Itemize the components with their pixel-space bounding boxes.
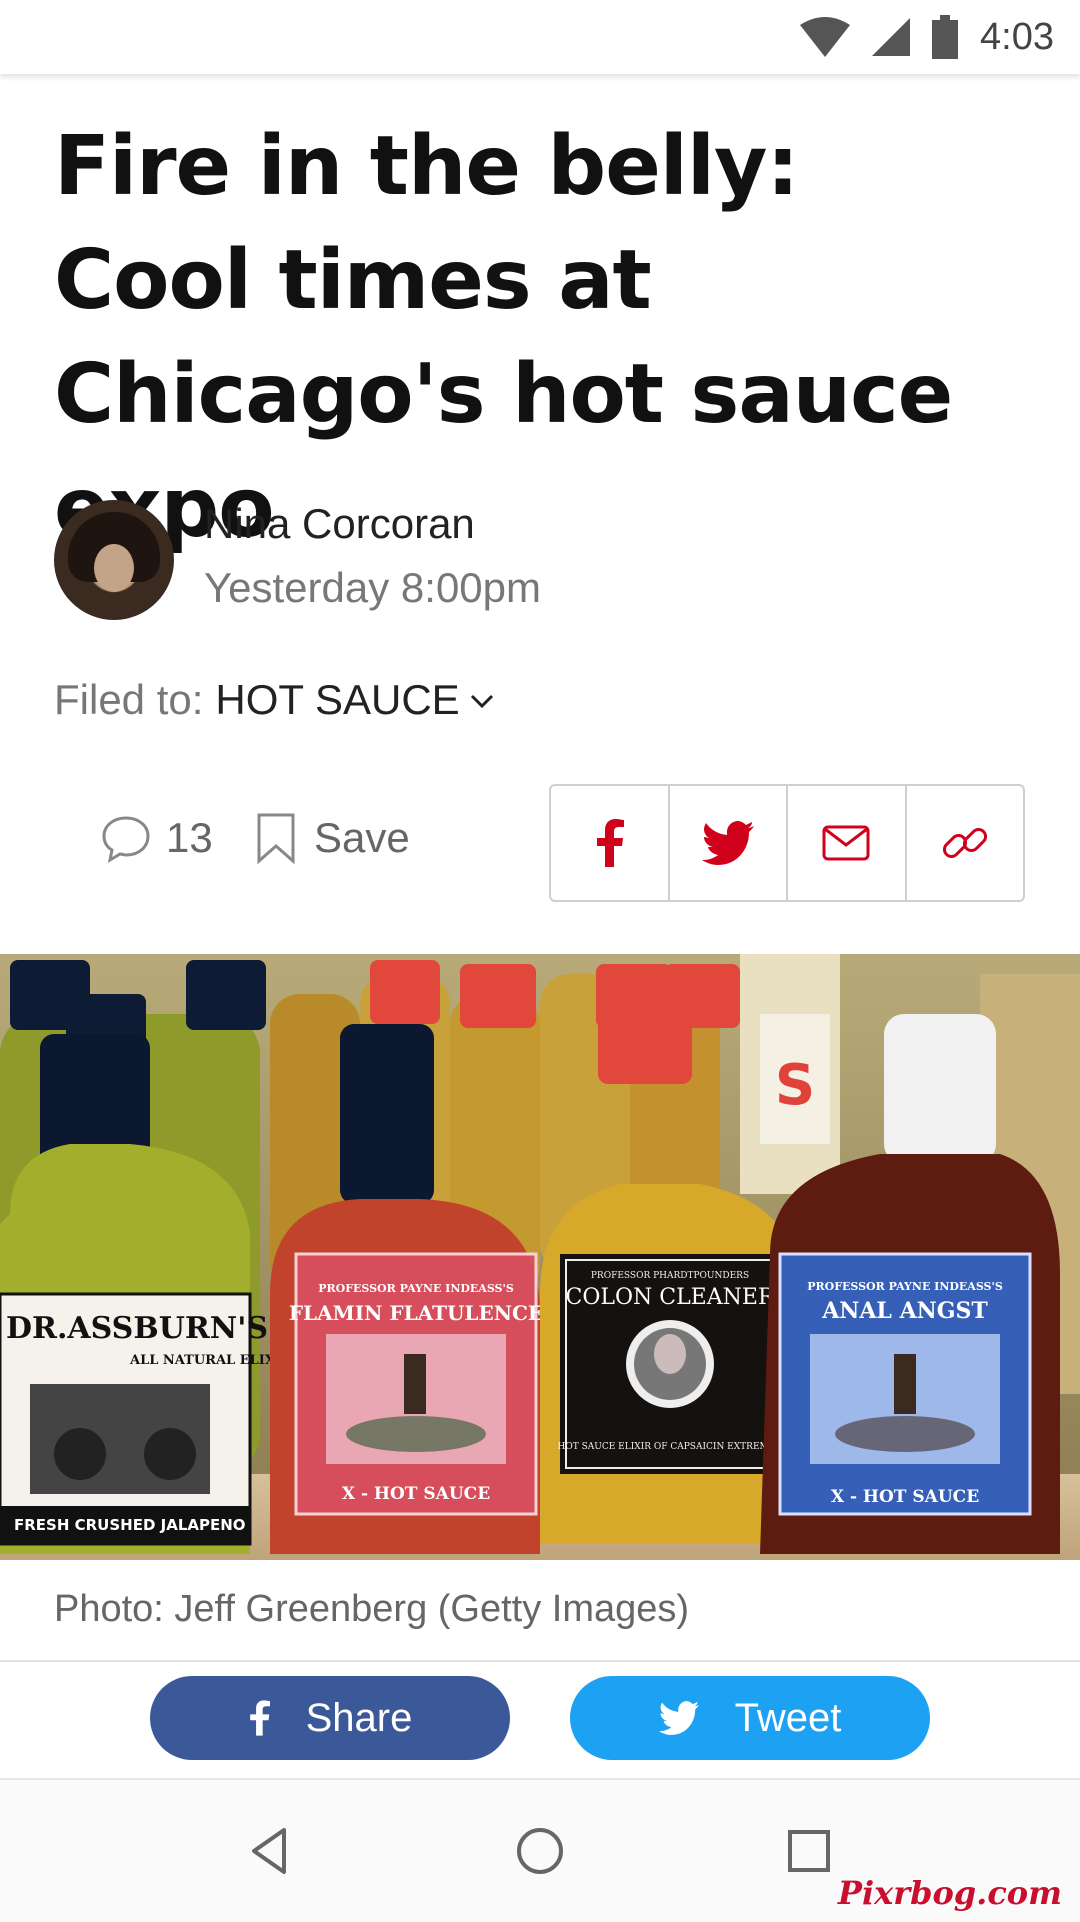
chevron-down-icon[interactable] bbox=[468, 686, 496, 714]
bottle3-maker: PROFESSOR PHARDTPOUNDERS bbox=[591, 1271, 749, 1281]
twitter-icon bbox=[701, 821, 754, 865]
save-label: Save bbox=[314, 814, 410, 861]
facebook-icon bbox=[597, 819, 625, 867]
avatar[interactable] bbox=[54, 500, 174, 620]
share-email-button[interactable] bbox=[788, 786, 907, 900]
filed-label: Filed to: bbox=[54, 676, 204, 723]
back-icon[interactable] bbox=[244, 1824, 298, 1878]
comment-icon bbox=[102, 816, 150, 864]
photo-caption: Photo: Jeff Greenberg (Getty Images) bbox=[54, 1588, 690, 1630]
bottle1-brand: DR.ASSBURN'S bbox=[6, 1311, 268, 1346]
bookmark-icon bbox=[257, 813, 295, 864]
bottle4-type: X - HOT SAUCE bbox=[831, 1487, 979, 1507]
bottle2-name: FLAMIN FLATULENCE bbox=[289, 1301, 543, 1325]
status-icons: 4:03 bbox=[800, 12, 1054, 62]
home-icon[interactable] bbox=[513, 1824, 567, 1878]
bottle3-type: HOT SAUCE ELIXIR OF CAPSAICIN EXTREMUS bbox=[558, 1442, 783, 1452]
hot-sauce-bottles-image: S DR.ASSBURN'S ALL NATURAL ELIXIRS FRESH… bbox=[0, 954, 1080, 1560]
divider bbox=[0, 1660, 1080, 1662]
twitter-tweet-button[interactable]: Tweet bbox=[570, 1676, 930, 1760]
filed-tag[interactable]: HOT SAUCE bbox=[215, 676, 459, 724]
article-headline: Fire in the belly: Cool times at Chicago… bbox=[54, 119, 953, 556]
cell-signal-icon bbox=[872, 18, 911, 56]
save-button[interactable]: Save bbox=[256, 812, 410, 864]
facebook-icon bbox=[249, 1700, 270, 1736]
comments-button[interactable]: 13 bbox=[100, 812, 213, 864]
bottle4-maker: PROFESSOR PAYNE INDEASS'S bbox=[807, 1280, 1003, 1293]
bottle2-type: X - HOT SAUCE bbox=[342, 1484, 490, 1504]
share-twitter-button[interactable] bbox=[670, 786, 788, 900]
facebook-share-button[interactable]: Share bbox=[150, 1676, 510, 1760]
bottle1-flavor: FRESH CRUSHED JALAPENO bbox=[14, 1516, 246, 1534]
status-bar: 4:03 bbox=[0, 0, 1080, 74]
bottle-colon-cleaner: PROFESSOR PHARDTPOUNDERS COLON CLEANER H… bbox=[540, 1184, 800, 1544]
recents-icon[interactable] bbox=[782, 1824, 836, 1878]
facebook-share-label: Share bbox=[305, 1695, 413, 1740]
link-icon bbox=[942, 827, 987, 859]
svg-text:S: S bbox=[775, 1053, 815, 1118]
author-name[interactable]: Nina Corcoran bbox=[204, 500, 475, 548]
share-facebook-button[interactable] bbox=[551, 786, 670, 900]
wifi-icon bbox=[800, 17, 851, 57]
twitter-tweet-label: Tweet bbox=[734, 1695, 842, 1740]
battery-icon bbox=[932, 15, 959, 59]
bottle4-name: ANAL ANGST bbox=[821, 1298, 988, 1324]
mail-icon bbox=[822, 825, 870, 861]
bottle3-name: COLON CLEANER bbox=[565, 1285, 775, 1310]
publish-date: Yesterday 8:00pm bbox=[204, 564, 542, 611]
share-icons-group bbox=[549, 784, 1025, 902]
bottle2-maker: PROFESSOR PAYNE INDEASS'S bbox=[318, 1282, 514, 1295]
watermark: Pixrbog.com bbox=[837, 1874, 1062, 1912]
twitter-icon bbox=[658, 1701, 699, 1735]
status-time: 4:03 bbox=[980, 15, 1054, 58]
avatar-face bbox=[94, 544, 134, 592]
comment-count: 13 bbox=[166, 814, 213, 861]
android-nav-bar: Pixrbog.com bbox=[0, 1778, 1080, 1922]
filed-to: Filed to: HOT SAUCE bbox=[54, 676, 496, 724]
copy-link-button[interactable] bbox=[907, 786, 1024, 900]
article-photo[interactable]: S DR.ASSBURN'S ALL NATURAL ELIXIRS FRESH… bbox=[0, 954, 1080, 1560]
